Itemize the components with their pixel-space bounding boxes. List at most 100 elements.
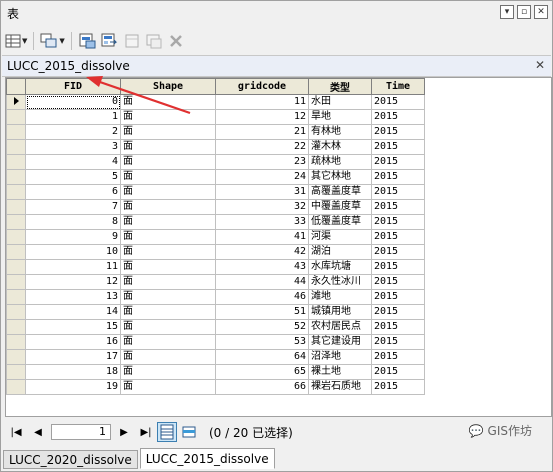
table-row[interactable]: 17 面 64 沼泽地 2015	[6, 349, 425, 365]
table-row[interactable]: 6 面 31 高覆盖度草 2015	[6, 184, 425, 200]
cell-gridcode[interactable]: 65	[215, 364, 309, 380]
table-row[interactable]: 19 面 66 裸岩石质地 2015	[6, 379, 425, 395]
cell-time[interactable]: 2015	[371, 109, 425, 125]
cell-shape[interactable]: 面	[120, 214, 216, 230]
cell-gridcode[interactable]: 53	[215, 334, 309, 350]
table-row[interactable]: 16 面 53 其它建设用 2015	[6, 334, 425, 350]
cell-time[interactable]: 2015	[371, 184, 425, 200]
row-selector[interactable]	[6, 349, 26, 365]
cell-time[interactable]: 2015	[371, 199, 425, 215]
cell-shape[interactable]: 面	[120, 274, 216, 290]
cell-gridcode[interactable]: 44	[215, 274, 309, 290]
cell-fid[interactable]: 11	[25, 259, 121, 275]
cell-type[interactable]: 其它林地	[308, 169, 372, 185]
cell-time[interactable]: 2015	[371, 214, 425, 230]
cell-shape[interactable]: 面	[120, 109, 216, 125]
column-header-type[interactable]: 类型	[308, 78, 372, 95]
cell-shape[interactable]: 面	[120, 229, 216, 245]
cell-shape[interactable]: 面	[120, 169, 216, 185]
cell-type[interactable]: 水田	[308, 94, 372, 110]
last-record-button[interactable]: ▶|	[135, 422, 157, 442]
row-selector[interactable]	[6, 289, 26, 305]
table-row[interactable]: 3 面 22 灌木林 2015	[6, 139, 425, 155]
cell-shape[interactable]: 面	[120, 319, 216, 335]
cell-gridcode[interactable]: 21	[215, 124, 309, 140]
table-row[interactable]: 2 面 21 有林地 2015	[6, 124, 425, 140]
cell-time[interactable]: 2015	[371, 139, 425, 155]
row-selector[interactable]	[6, 199, 26, 215]
current-record-input[interactable]: 1	[51, 424, 111, 440]
row-selector[interactable]	[6, 274, 26, 290]
row-selector[interactable]	[6, 319, 26, 335]
cell-type[interactable]: 其它建设用	[308, 334, 372, 350]
cell-gridcode[interactable]: 22	[215, 139, 309, 155]
row-selector[interactable]	[6, 379, 26, 395]
cell-shape[interactable]: 面	[120, 289, 216, 305]
cell-shape[interactable]: 面	[120, 379, 216, 395]
cell-gridcode[interactable]: 52	[215, 319, 309, 335]
cell-type[interactable]: 旱地	[308, 109, 372, 125]
cell-time[interactable]: 2015	[371, 364, 425, 380]
cell-gridcode[interactable]: 31	[215, 184, 309, 200]
cell-type[interactable]: 农村居民点	[308, 319, 372, 335]
cell-shape[interactable]: 面	[120, 199, 216, 215]
table-row[interactable]: 14 面 51 城镇用地 2015	[6, 304, 425, 320]
row-selector[interactable]	[6, 214, 26, 230]
cell-type[interactable]: 永久性冰川	[308, 274, 372, 290]
cell-time[interactable]: 2015	[371, 379, 425, 395]
cell-shape[interactable]: 面	[120, 259, 216, 275]
cell-type[interactable]: 水库坑塘	[308, 259, 372, 275]
close-table-icon[interactable]: ✕	[535, 58, 545, 72]
cell-gridcode[interactable]: 41	[215, 229, 309, 245]
tab-lucc-2020[interactable]: LUCC_2020_dissolve	[3, 450, 138, 469]
cell-shape[interactable]: 面	[120, 139, 216, 155]
cell-gridcode[interactable]: 11	[215, 94, 309, 110]
cell-time[interactable]: 2015	[371, 349, 425, 365]
column-header-time[interactable]: Time	[371, 78, 425, 95]
cell-gridcode[interactable]: 32	[215, 199, 309, 215]
first-record-button[interactable]: |◀	[5, 422, 27, 442]
table-row[interactable]: 11 面 43 水库坑塘 2015	[6, 259, 425, 275]
cell-type[interactable]: 中覆盖度草	[308, 199, 372, 215]
cell-shape[interactable]: 面	[120, 124, 216, 140]
cell-time[interactable]: 2015	[371, 304, 425, 320]
restore-icon[interactable]: ▫	[517, 5, 531, 19]
cell-time[interactable]: 2015	[371, 274, 425, 290]
column-header-fid[interactable]: FID	[25, 78, 121, 95]
row-selector[interactable]	[6, 244, 26, 260]
table-row[interactable]: 4 面 23 疏林地 2015	[6, 154, 425, 170]
cell-type[interactable]: 城镇用地	[308, 304, 372, 320]
cell-time[interactable]: 2015	[371, 154, 425, 170]
cell-time[interactable]: 2015	[371, 319, 425, 335]
table-row[interactable]: 15 面 52 农村居民点 2015	[6, 319, 425, 335]
row-selector[interactable]	[6, 139, 26, 155]
row-selector[interactable]	[6, 94, 26, 110]
cell-fid[interactable]: 2	[25, 124, 121, 140]
row-selector[interactable]	[6, 229, 26, 245]
cell-fid[interactable]: 9	[25, 229, 121, 245]
cell-gridcode[interactable]: 51	[215, 304, 309, 320]
select-by-attributes-button[interactable]	[78, 31, 98, 51]
cell-fid[interactable]: 14	[25, 304, 121, 320]
previous-record-button[interactable]: ◀	[27, 422, 49, 442]
cell-type[interactable]: 灌木林	[308, 139, 372, 155]
cell-shape[interactable]: 面	[120, 94, 216, 110]
table-row[interactable]: 13 面 46 滩地 2015	[6, 289, 425, 305]
cell-gridcode[interactable]: 64	[215, 349, 309, 365]
cell-type[interactable]: 裸土地	[308, 364, 372, 380]
cell-fid[interactable]: 16	[25, 334, 121, 350]
table-options-button[interactable]: ▼	[5, 31, 27, 51]
next-record-button[interactable]: ▶	[113, 422, 135, 442]
cell-shape[interactable]: 面	[120, 184, 216, 200]
cell-gridcode[interactable]: 66	[215, 379, 309, 395]
cell-time[interactable]: 2015	[371, 259, 425, 275]
cell-shape[interactable]: 面	[120, 349, 216, 365]
attribute-table-grid[interactable]: FID Shape gridcode 类型 Time 0 面 11 水田 2015 1 面 1…	[5, 77, 552, 417]
cell-fid[interactable]: 19	[25, 379, 121, 395]
row-selector[interactable]	[6, 259, 26, 275]
row-selector[interactable]	[6, 169, 26, 185]
cell-fid[interactable]: 1	[25, 109, 121, 125]
row-selector[interactable]	[6, 304, 26, 320]
cell-time[interactable]: 2015	[371, 289, 425, 305]
cell-fid[interactable]: 10	[25, 244, 121, 260]
